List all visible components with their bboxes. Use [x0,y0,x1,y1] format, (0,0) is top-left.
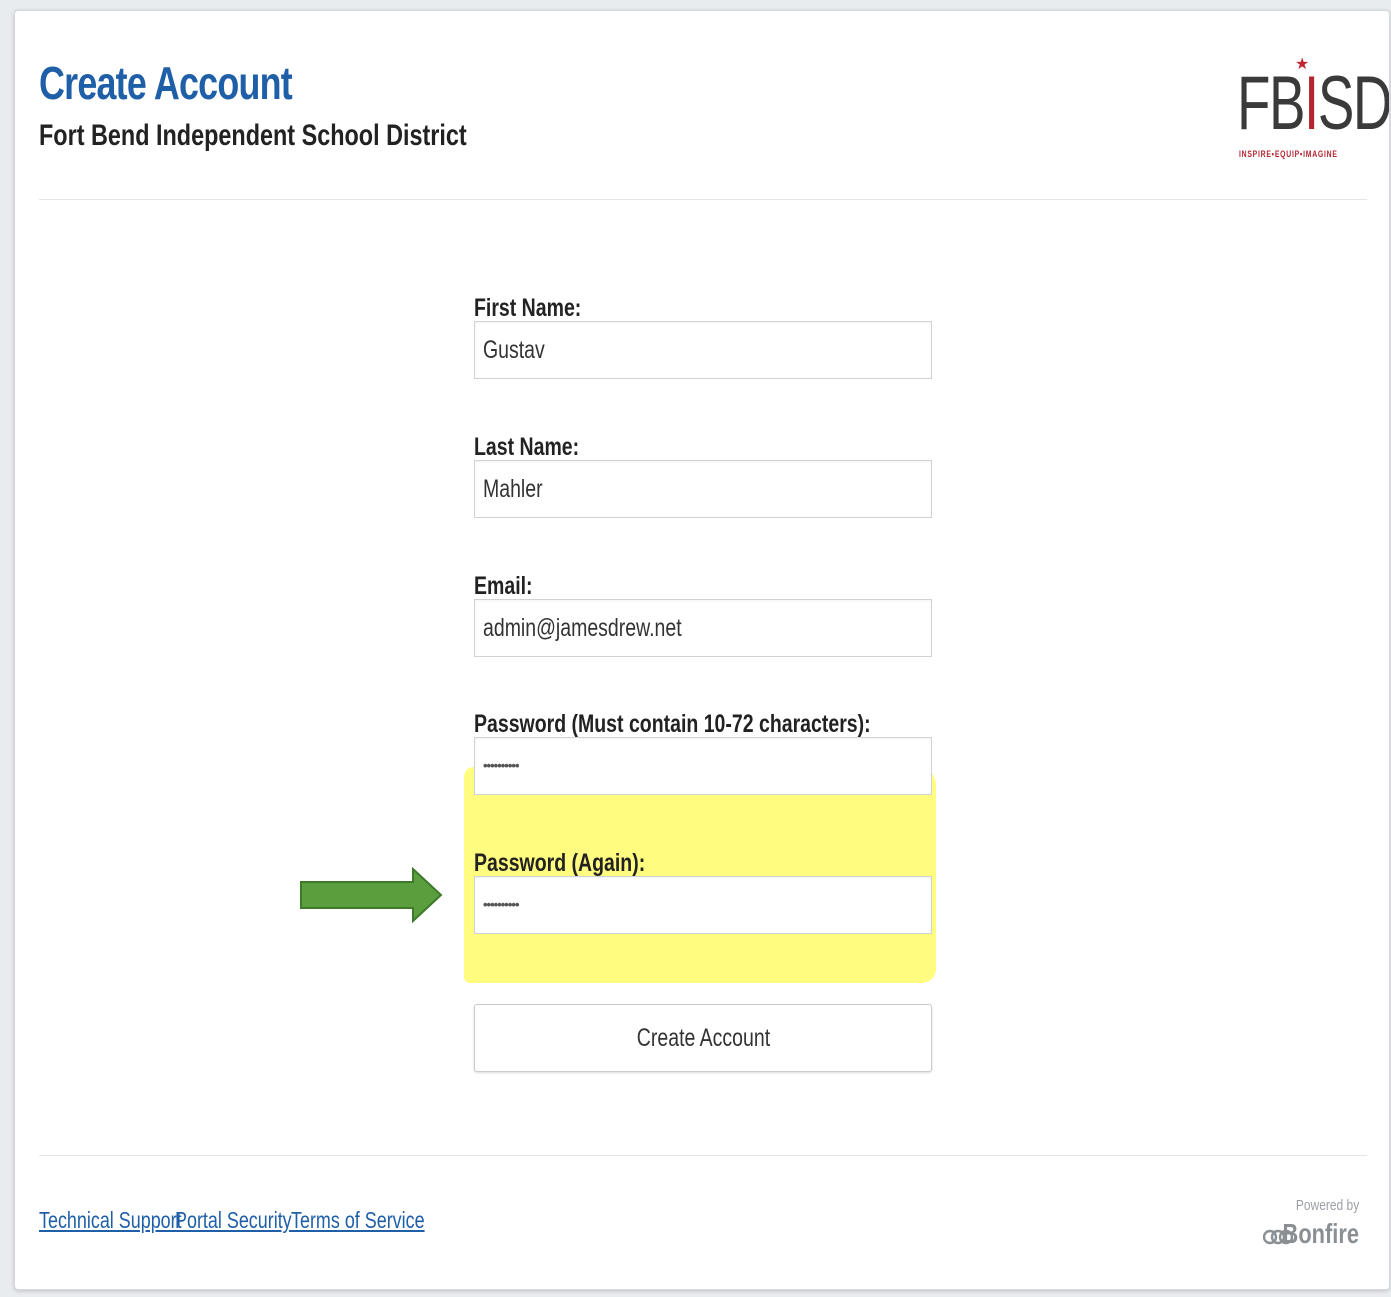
footer-divider [39,1155,1367,1156]
portal-security-link[interactable]: Portal Security [175,1205,292,1235]
password-again-label: Password (Again): [474,849,646,877]
first-name-label: First Name: [474,294,582,322]
password-again-input[interactable]: •••••••••• [474,876,932,934]
last-name-label: Last Name: [474,433,580,461]
fbisd-logo: FBISD ★ INSPIRE•EQUIP•IMAGINE [1237,56,1389,163]
email-value: admin@jamesdrew.net [483,614,682,642]
password-input[interactable]: •••••••••• [474,737,932,795]
powered-by-text: Powered by [1295,1197,1359,1214]
arrow-right-icon [300,867,443,923]
create-account-button[interactable]: Create Account [474,1004,932,1072]
fbisd-logo-letters: FBISD [1237,59,1390,149]
logo-tagline: INSPIRE•EQUIP•IMAGINE [1239,149,1338,159]
header-divider [39,199,1367,200]
first-name-value: Gustav [483,336,545,364]
logo-letters-left: FB [1237,61,1305,146]
email-input[interactable]: admin@jamesdrew.net [474,599,932,657]
technical-support-link[interactable]: Technical Support [39,1205,182,1235]
create-account-button-label: Create Account [636,1023,770,1052]
bonfire-brand-name: Bonfire [1282,1218,1359,1249]
create-account-card: Create Account Fort Bend Independent Sch… [14,10,1390,1290]
password-label: Password (Must contain 10-72 characters)… [474,710,871,738]
page-subtitle: Fort Bend Independent School District [39,119,467,152]
logo-letters-right: SD [1317,61,1390,146]
powered-by-bonfire: Powered by Bonfire [1249,1197,1359,1253]
email-label: Email: [474,572,533,600]
password-masked-value: •••••••••• [483,758,520,773]
first-name-input[interactable]: Gustav [474,321,932,379]
page-title: Create Account [39,57,293,109]
star-icon: ★ [1295,56,1310,73]
terms-of-service-link[interactable]: Terms of Service [291,1205,425,1235]
last-name-value: Mahler [483,475,543,503]
password-again-masked-value: •••••••••• [483,897,520,912]
last-name-input[interactable]: Mahler [474,460,932,518]
logo-letter-i: I [1304,61,1319,146]
